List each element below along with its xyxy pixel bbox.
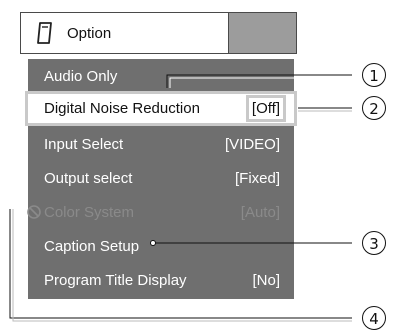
callout-lines — [9, 74, 352, 322]
callout-line-1-inner — [169, 77, 352, 88]
callout-1: 1 — [362, 63, 386, 87]
callout-3: 3 — [362, 231, 386, 255]
callout-4: 4 — [362, 306, 386, 330]
callout-3-dot — [150, 240, 156, 246]
prohibited-icon — [27, 205, 41, 219]
callout-2: 2 — [362, 96, 386, 120]
callout-line-4 — [9, 209, 352, 319]
callout-line-4-inner — [12, 209, 352, 322]
callout-line-1 — [166, 74, 352, 88]
